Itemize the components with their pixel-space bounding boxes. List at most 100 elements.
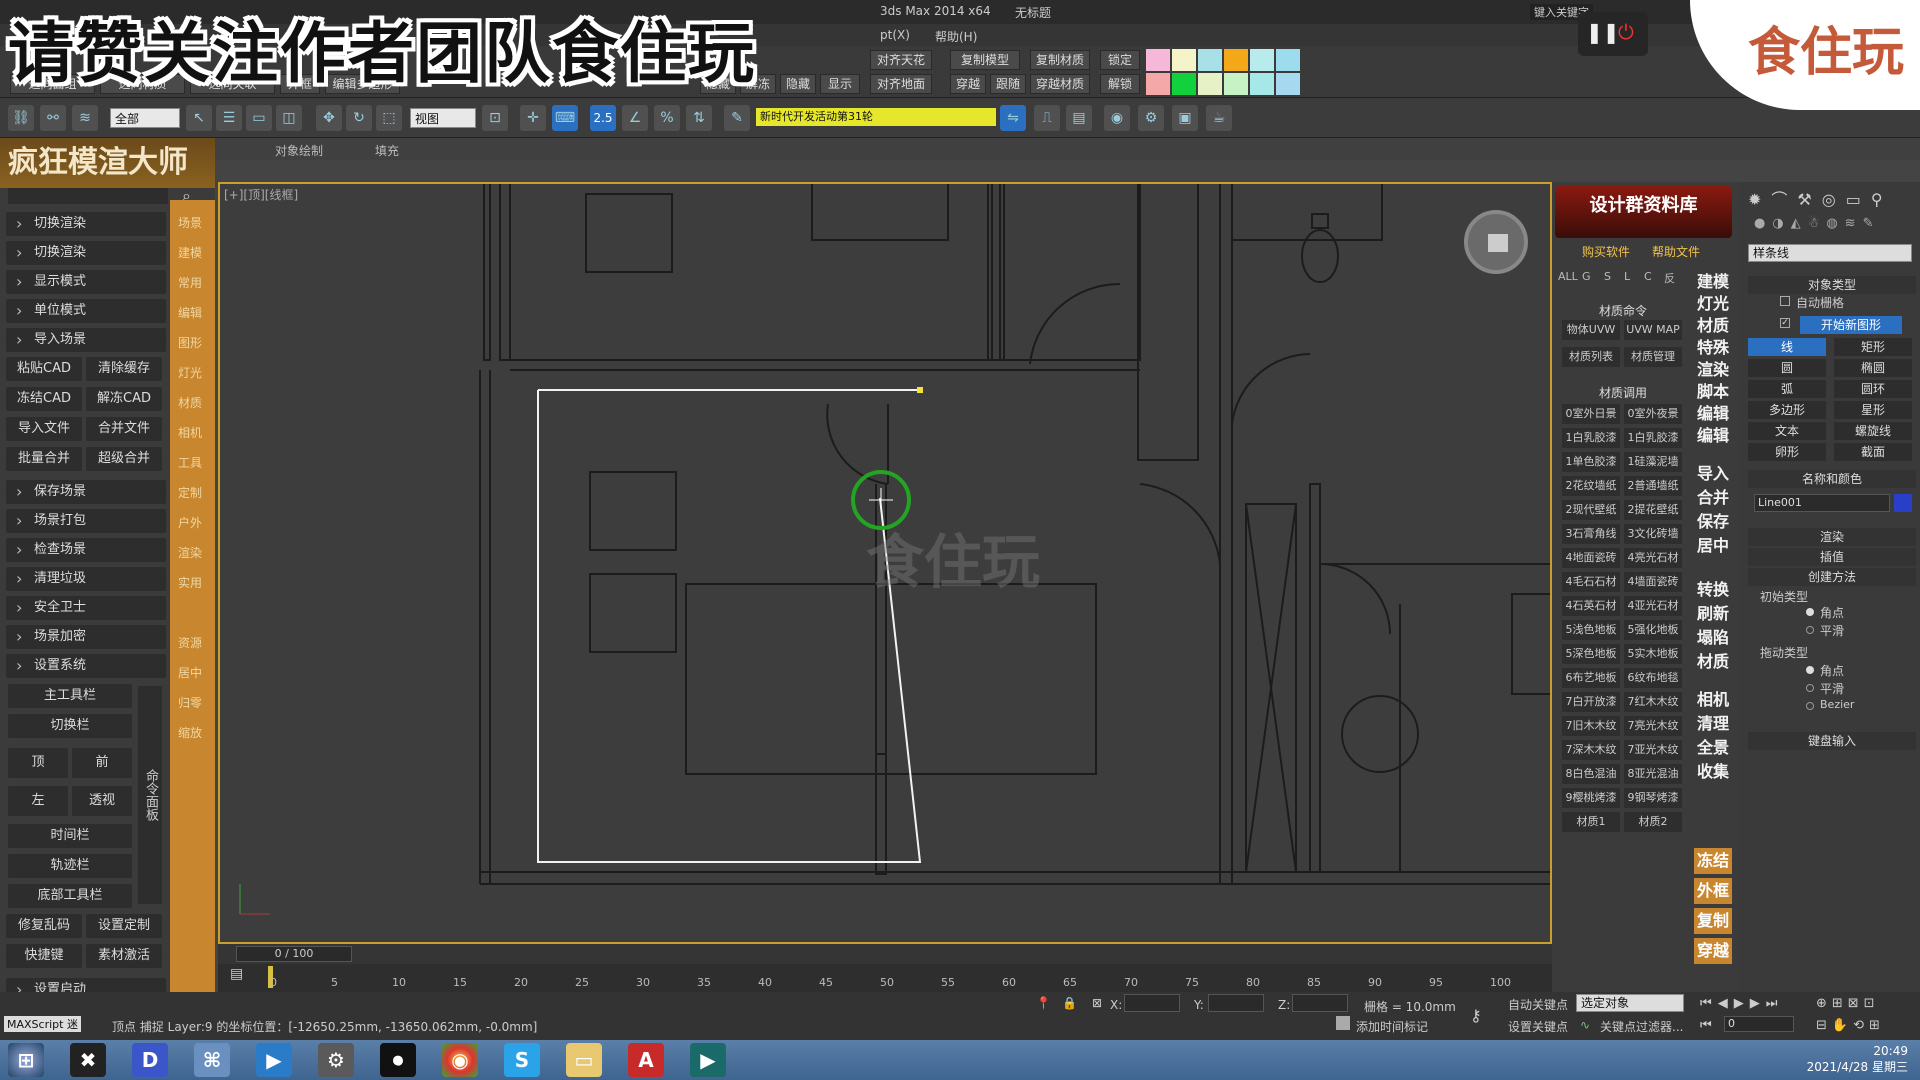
material-preset-button[interactable]: 2普通墙纸: [1624, 476, 1682, 496]
set-key-button[interactable]: 设置关键点: [1508, 1018, 1568, 1035]
create-category-icons[interactable]: ●◑◭☃◍≋✎: [1754, 216, 1914, 236]
current-frame-input[interactable]: 0: [1724, 1016, 1794, 1032]
material-preset-button[interactable]: 5实木地板: [1624, 644, 1682, 664]
color-swatch[interactable]: [1198, 49, 1222, 71]
tool-app-icon[interactable]: ⚙: [318, 1043, 354, 1077]
material-preset-button[interactable]: 6布艺地板: [1562, 668, 1620, 688]
menu-item-help[interactable]: 帮助(H): [935, 28, 977, 45]
menu-item-script[interactable]: pt(X): [880, 28, 910, 42]
shape-type-button[interactable]: 螺旋线: [1834, 422, 1912, 440]
custom-settings-button[interactable]: 设置定制: [86, 914, 162, 938]
color-swatch[interactable]: [1250, 49, 1274, 71]
start-button-icon[interactable]: ⊞: [8, 1043, 44, 1077]
drag-smooth-radio[interactable]: [1806, 684, 1814, 692]
asset-activate-button[interactable]: 素材激活: [86, 944, 162, 968]
viewcube-face-icon[interactable]: [1488, 234, 1508, 252]
category-tab[interactable]: 资源: [178, 634, 202, 651]
object-type-rollout[interactable]: 对象类型: [1748, 276, 1916, 294]
menu-toggle-render-2[interactable]: 切换渲染: [6, 241, 166, 265]
initial-smooth-radio[interactable]: [1806, 626, 1814, 634]
view-top-button[interactable]: 顶: [8, 748, 68, 778]
menu-pack-scene[interactable]: 场景打包: [6, 509, 166, 533]
material-editor-icon[interactable]: ◉: [1104, 105, 1130, 131]
material-preset-button[interactable]: 3文化砖墙: [1624, 524, 1682, 544]
filter-c[interactable]: C: [1644, 270, 1652, 283]
hide-button-2[interactable]: 隐藏: [780, 74, 816, 94]
view-left-button[interactable]: 左: [8, 786, 68, 816]
align-floor-button[interactable]: 对齐地面: [870, 74, 932, 94]
category-tab[interactable]: 户外: [178, 514, 202, 531]
vertical-command-button[interactable]: 相机: [1694, 686, 1732, 710]
align-ceiling-button[interactable]: 对齐天花: [870, 50, 932, 70]
material-preset-button[interactable]: 6纹布地毯: [1624, 668, 1682, 688]
shortcut-button[interactable]: 快捷键: [6, 944, 82, 968]
absolute-mode-icon[interactable]: ⊠: [1092, 996, 1102, 1010]
shape-type-button[interactable]: 截面: [1834, 443, 1912, 461]
rotate-icon[interactable]: ↻: [346, 105, 372, 131]
time-slider[interactable]: 0 / 100: [218, 944, 1552, 964]
reference-coord-select[interactable]: 视图: [410, 108, 476, 128]
color-swatch[interactable]: [1146, 73, 1170, 95]
edit-named-selection-icon[interactable]: ✎: [724, 105, 750, 131]
timebar-button[interactable]: 时间栏: [8, 824, 132, 848]
filter-s[interactable]: S: [1604, 270, 1611, 283]
schematic-icon[interactable]: ▤: [1066, 105, 1092, 131]
named-selection-field[interactable]: 新时代开发活动第31轮: [756, 108, 996, 126]
category-tab[interactable]: 缩放: [178, 724, 202, 741]
material-preset-button[interactable]: 4地面瓷砖: [1562, 548, 1620, 568]
render-frame-icon[interactable]: ▣: [1172, 105, 1198, 131]
quick-command-button[interactable]: 冻结: [1694, 848, 1732, 874]
keyboard-shortcut-icon[interactable]: ⌨: [552, 105, 578, 131]
drag-bezier-radio[interactable]: [1806, 702, 1814, 710]
quick-command-button[interactable]: 穿越: [1694, 938, 1732, 964]
material-preset-button[interactable]: 8白色混油: [1562, 764, 1620, 784]
stop-icon[interactable]: ⏻: [1618, 20, 1634, 44]
chrome-icon[interactable]: ◉: [442, 1043, 478, 1077]
add-time-tag[interactable]: 添加时间标记: [1356, 1018, 1428, 1035]
category-tab[interactable]: 渲染: [178, 544, 202, 561]
color-swatch[interactable]: [1250, 73, 1274, 95]
select-object-icon[interactable]: ↖: [186, 105, 212, 131]
color-swatch[interactable]: [1146, 49, 1170, 71]
shape-type-button[interactable]: 星形: [1834, 401, 1912, 419]
playback-controls[interactable]: ⏮◀▶▶⏭: [1700, 996, 1783, 1011]
category-tab[interactable]: 居中: [178, 664, 202, 681]
category-tab[interactable]: 相机: [178, 424, 202, 441]
color-swatch[interactable]: [1224, 49, 1248, 71]
menu-import-scene[interactable]: 导入场景: [6, 328, 166, 352]
vertical-command-button[interactable]: 清理: [1694, 710, 1732, 734]
copy-material-button[interactable]: 复制材质: [1030, 50, 1090, 70]
maxscript-listener[interactable]: MAXScript 迷: [4, 1016, 81, 1032]
vertical-command-button[interactable]: 编辑: [1694, 400, 1732, 424]
material-preset-button[interactable]: 7白开放漆: [1562, 692, 1620, 712]
material-preset-button[interactable]: 1单色胶漆: [1562, 452, 1620, 472]
show-button[interactable]: 显示: [820, 74, 860, 94]
rendering-rollout[interactable]: 渲染: [1748, 528, 1916, 546]
z-coordinate-input[interactable]: [1292, 994, 1348, 1012]
ribbon-object-paint[interactable]: 对象绘制: [275, 142, 323, 159]
vertical-command-button[interactable]: 保存: [1694, 508, 1732, 532]
unfreeze-cad-button[interactable]: 解冻CAD: [86, 387, 162, 411]
material-preset-button[interactable]: 7亚光木纹: [1624, 740, 1682, 760]
x-coordinate-input[interactable]: [1124, 994, 1180, 1012]
vertical-command-button[interactable]: 合并: [1694, 484, 1732, 508]
material-preset-button[interactable]: 2提花壁纸: [1624, 500, 1682, 520]
vertical-command-button[interactable]: 特殊: [1694, 334, 1732, 358]
shape-type-button[interactable]: 圆环: [1834, 380, 1912, 398]
scale-icon[interactable]: ⬚: [376, 105, 402, 131]
percent-snap-icon[interactable]: %: [654, 105, 680, 131]
track-view-icon[interactable]: ▤: [230, 966, 250, 986]
menu-scene-encrypt[interactable]: 场景加密: [6, 625, 166, 649]
shape-type-button[interactable]: 卵形: [1748, 443, 1826, 461]
vertical-command-button[interactable]: 编辑: [1694, 422, 1732, 446]
pin-icon[interactable]: 📍: [1036, 996, 1051, 1010]
y-coordinate-input[interactable]: [1208, 994, 1264, 1012]
interpolation-rollout[interactable]: 插值: [1748, 548, 1916, 566]
recording-controls[interactable]: ❚❚ ⏻: [1578, 12, 1648, 56]
filter-all[interactable]: ALL: [1558, 270, 1578, 283]
view-perspective-button[interactable]: 透视: [72, 786, 132, 816]
name-color-rollout[interactable]: 名称和颜色: [1748, 470, 1916, 488]
main-toolbar-button[interactable]: 主工具栏: [8, 684, 132, 708]
category-tab[interactable]: 常用: [178, 274, 202, 291]
material-preset-button[interactable]: 5浅色地板: [1562, 620, 1620, 640]
